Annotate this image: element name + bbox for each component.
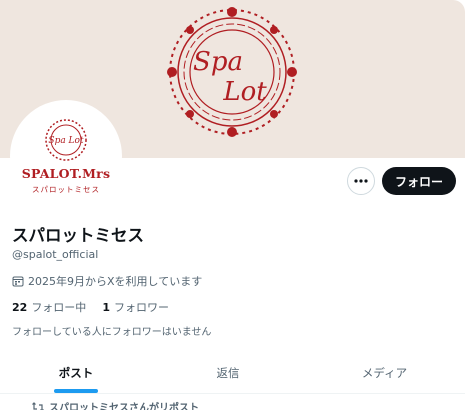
repost-text: スパロットミセスさんがリポスト [49,403,199,410]
joined-text: 2025年9月からXを利用しています [28,275,203,288]
following-count: 22 [12,301,28,314]
avatar[interactable]: Spa Lot SPALOT.Mrs スパロットミセス [10,100,122,212]
calendar-icon [12,276,24,287]
tab-posts[interactable]: ポスト [0,352,152,394]
avatar-logo-icon: Spa Lot [45,119,87,161]
joined-date: 2025年9月からXを利用しています [12,273,202,289]
more-horizontal-icon [354,179,368,183]
repost-indicator[interactable]: スパロットミセスさんがリポスト [32,399,199,410]
svg-text:Spa Lot: Spa Lot [48,136,84,146]
banner-logo-text-2: Lot [222,77,267,107]
follow-button[interactable]: フォロー [382,167,456,195]
followers-link[interactable]: 1 フォロワー [102,299,169,315]
no-mutual-followers-note: フォローしている人にフォロワーはいません [12,327,212,338]
profile-tabs: ポスト 返信 メディア [0,352,465,394]
followers-label: フォロワー [113,301,169,314]
tab-replies[interactable]: 返信 [152,352,304,394]
following-link[interactable]: 22 フォロー中 [12,299,86,315]
avatar-brand-sub: スパロットミセス [32,185,100,194]
display-name: スパロットミセス [12,226,144,245]
following-label: フォロー中 [31,301,87,314]
follow-stats: 22 フォロー中 1 フォロワー [12,299,185,315]
avatar-brand-name: SPALOT.Mrs [21,166,111,181]
tab-media[interactable]: メディア [304,352,465,394]
active-tab-indicator [54,389,98,393]
more-button[interactable] [347,167,375,195]
followers-count: 1 [102,301,110,314]
repost-icon [32,401,44,410]
handle: @spalot_official [12,248,99,261]
banner-logo-text-1: Spa [193,47,243,77]
